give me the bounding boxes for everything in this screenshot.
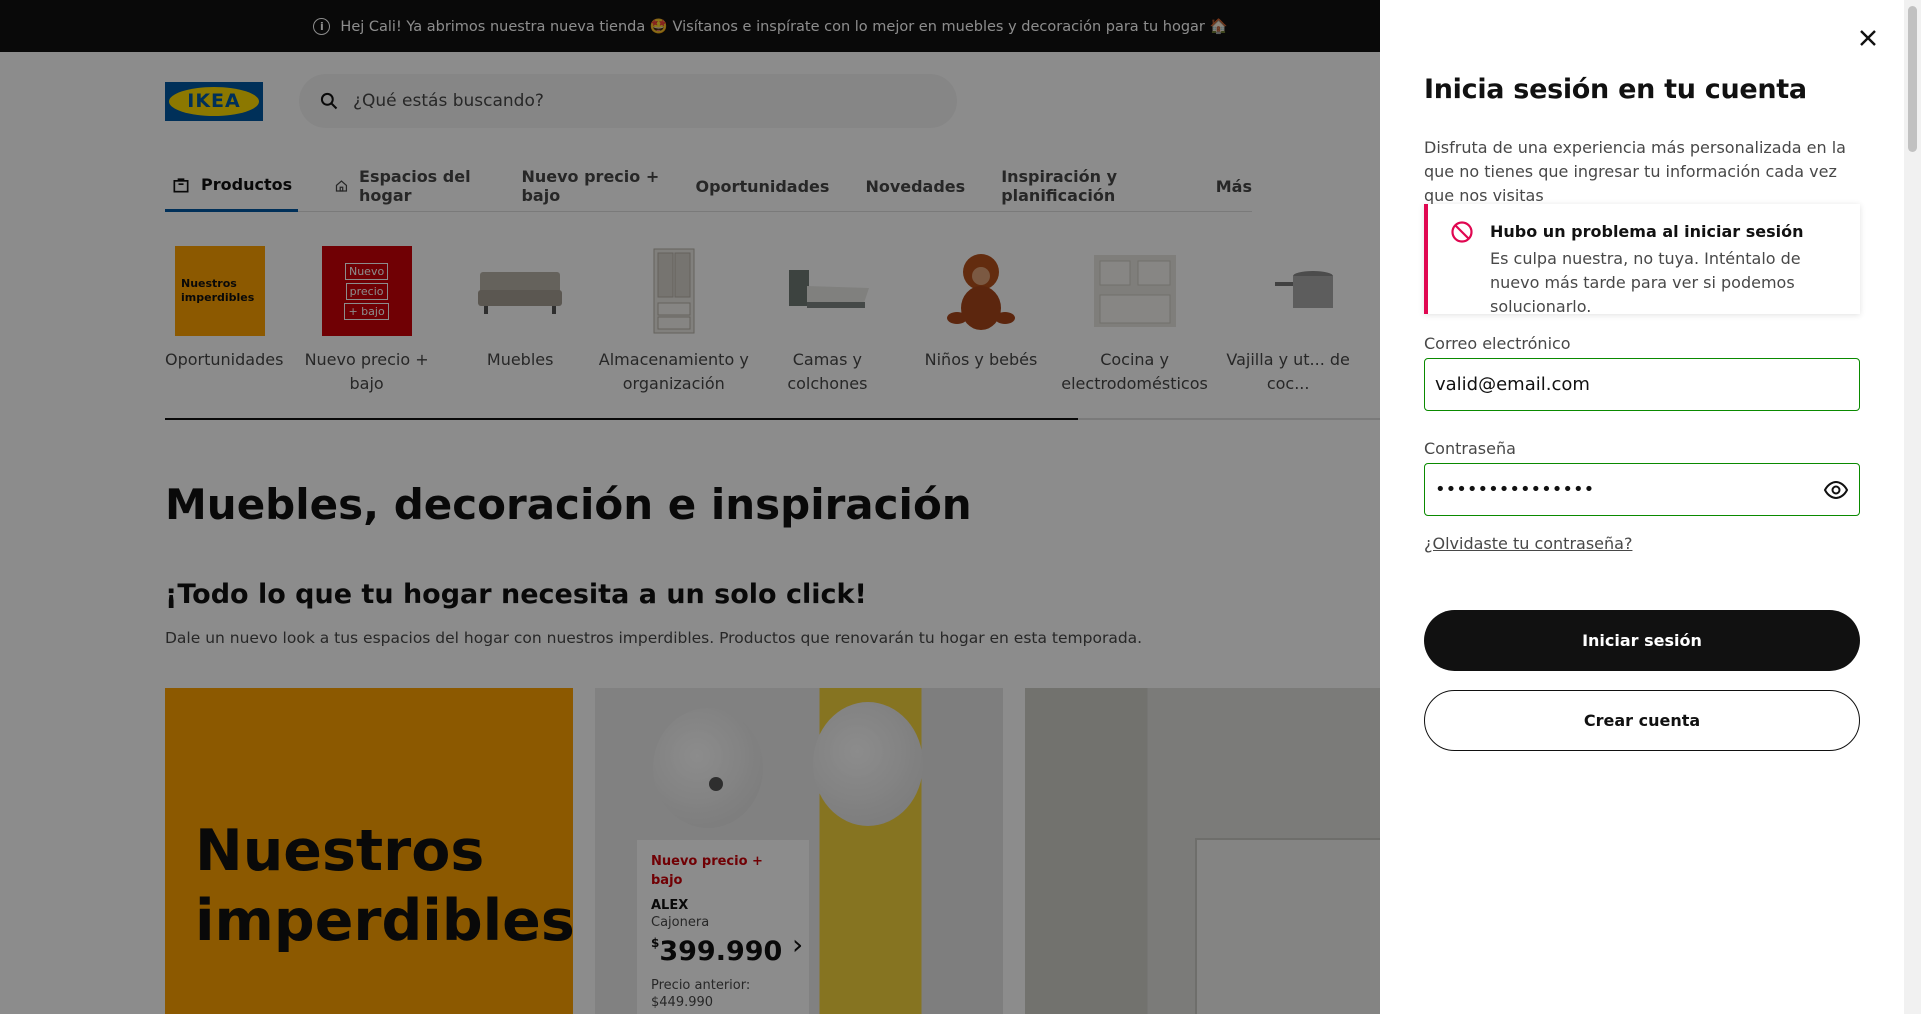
password-input[interactable] xyxy=(1435,479,1823,500)
email-label: Correo electrónico xyxy=(1424,334,1571,353)
error-text: Es culpa nuestra, no tuya. Inténtalo de … xyxy=(1490,249,1801,316)
login-modal: Inicia sesión en tu cuenta Disfruta de u… xyxy=(1380,0,1904,1014)
password-label: Contraseña xyxy=(1424,439,1516,458)
eye-icon[interactable] xyxy=(1823,477,1849,503)
prohibited-icon xyxy=(1451,221,1473,243)
scrollbar-thumb[interactable] xyxy=(1908,6,1917,152)
create-account-button[interactable]: Crear cuenta xyxy=(1424,690,1860,751)
modal-description: Disfruta de una experiencia más personal… xyxy=(1424,138,1846,205)
forgot-password-link[interactable]: ¿Olvidaste tu contraseña? xyxy=(1424,534,1632,553)
close-icon[interactable] xyxy=(1852,22,1884,54)
modal-backdrop[interactable] xyxy=(0,0,1380,1014)
scrollbar[interactable] xyxy=(1904,0,1921,1014)
error-title: Hubo un problema al iniciar sesión xyxy=(1490,222,1804,241)
error-alert: Hubo un problema al iniciar sesión Es cu… xyxy=(1424,204,1860,316)
password-field[interactable] xyxy=(1424,463,1860,516)
email-input[interactable] xyxy=(1435,374,1849,395)
modal-title: Inicia sesión en tu cuenta xyxy=(1424,74,1807,105)
login-button[interactable]: Iniciar sesión xyxy=(1424,610,1860,671)
email-field[interactable] xyxy=(1424,358,1860,411)
